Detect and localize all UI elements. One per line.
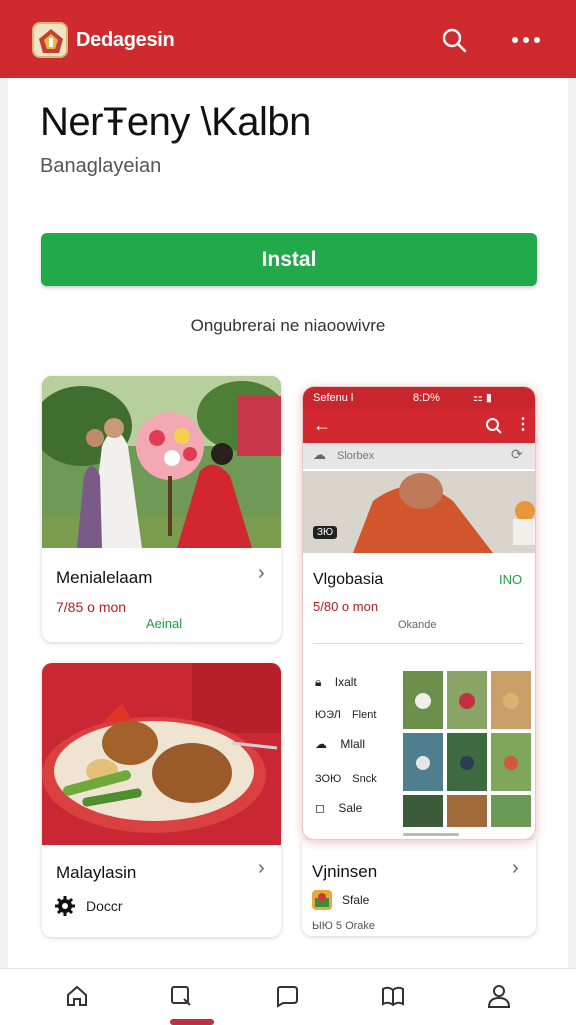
page-subtitle: Banaglayeian (40, 155, 162, 177)
phone-screenshot: Sefenu l 8:D% ⚏ ▮ ← ⋮ ☁ Slorbex ⟳ ЗЮ Vlg… (302, 386, 536, 840)
search-placeholder: Slorbex (337, 450, 375, 462)
phone-price: 5/80 o mon (313, 599, 379, 614)
card-status: Aeinal (146, 616, 183, 631)
phone-flag: INO (499, 572, 523, 587)
divider (313, 643, 525, 644)
bottom-navigation (0, 968, 576, 1025)
back-arrow-icon[interactable]: ← (313, 415, 331, 436)
lock-icon: 🔒︎ (315, 675, 322, 689)
cloud-icon: ☁ (315, 737, 327, 751)
phone-search-field[interactable]: ☁ Slorbex ⟳ (303, 443, 535, 469)
phone-status-bar: Sefenu l 8:D% ⚏ ▮ (303, 387, 535, 409)
phone-menu-item[interactable]: 🔒︎ Ixalt (315, 675, 357, 690)
app-title: Dedagesin (76, 29, 175, 51)
cloud-icon: ☁ (313, 447, 326, 462)
product-card[interactable]: Malaylasin › Doccr (42, 663, 281, 937)
status-carrier: Sefenu l (313, 392, 354, 404)
phone-title: Vlgobasia (313, 571, 384, 588)
status-time: 8:D% (413, 392, 440, 404)
card-title: Menialelaam (56, 568, 153, 587)
phone-menu-item[interactable]: ◻ Sale (315, 801, 362, 815)
active-indicator (170, 1019, 214, 1025)
wifi-battery-icon: ⚏ ▮ (473, 392, 492, 404)
phone-photo-grid (403, 671, 531, 827)
search-list-icon[interactable] (168, 983, 194, 1009)
chat-icon[interactable] (274, 983, 300, 1009)
card-footer: ЫЮ 5 Orake (312, 920, 376, 932)
image-badge: ЗЮ (313, 526, 338, 539)
right-edge (568, 78, 576, 1024)
phone-menu-item[interactable]: ☁ Mlall (315, 737, 365, 751)
chevron-right-icon[interactable]: › (512, 857, 519, 880)
card-title: Malaylasin (56, 863, 137, 882)
left-edge (0, 78, 8, 1024)
more-vertical-icon[interactable]: ⋮ (515, 414, 531, 434)
card-title: Vjninsen (312, 862, 378, 881)
product-card[interactable]: Vjninsen › Sfale ЫЮ 5 Orake (302, 840, 536, 936)
refresh-icon[interactable]: ⟳ (511, 446, 523, 463)
card-meta: Doccr (86, 898, 123, 914)
app-icon (312, 890, 332, 910)
install-button[interactable]: Instal (41, 233, 537, 286)
search-icon[interactable] (440, 26, 468, 54)
chevron-right-icon[interactable]: › (258, 857, 265, 880)
settings-gear-icon (54, 895, 76, 917)
search-icon[interactable] (485, 417, 503, 435)
chevron-right-icon[interactable]: › (258, 562, 265, 585)
scroll-indicator (403, 833, 459, 836)
chat-icon: ◻ (315, 801, 325, 815)
card-price: 7/85 o mon (56, 599, 127, 615)
phone-menu-item[interactable]: ЮЭЛ Flent (315, 709, 376, 721)
card-photo-dish (42, 663, 281, 845)
profile-icon[interactable] (486, 983, 512, 1009)
more-options-icon[interactable] (508, 26, 544, 54)
product-card[interactable]: Menialelaam › 7/85 o mon Aeinal (42, 376, 281, 642)
app-logo-icon (32, 22, 68, 58)
card-meta: Sfale (342, 893, 370, 907)
phone-menu-item[interactable]: ЗОЮ Snck (315, 773, 377, 785)
card-photo-garden (42, 376, 281, 548)
page-title: Ner⁠Ŧeny \Kalbn (40, 100, 311, 144)
home-icon[interactable] (64, 983, 90, 1009)
phone-sub: Okande (398, 619, 437, 631)
phone-app-bar: ← ⋮ (303, 409, 535, 443)
book-icon[interactable] (380, 983, 406, 1009)
phone-hero-photo (303, 471, 535, 553)
install-note: Ongubrerai ne niaoowivre (190, 316, 386, 335)
top-app-bar: Dedagesin (0, 0, 576, 78)
